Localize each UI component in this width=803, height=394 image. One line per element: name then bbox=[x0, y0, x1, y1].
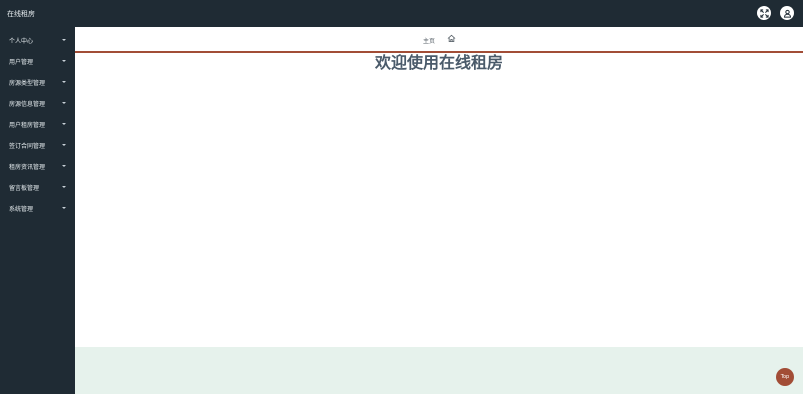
caret-down-icon bbox=[62, 186, 66, 188]
sidebar-item-message-board-management[interactable]: 留言板管理 bbox=[0, 178, 75, 199]
caret-down-icon bbox=[62, 60, 66, 62]
sidebar-item-label: 个人中心 bbox=[9, 38, 34, 45]
caret-down-icon bbox=[62, 165, 66, 167]
app-title: 在线租房 bbox=[7, 10, 35, 18]
sidebar: 个人中心 用户管理 房源类型管理 房源信息管理 用户租房管理 签订合同管理 租房… bbox=[0, 27, 75, 394]
sidebar-item-contract-management[interactable]: 签订合同管理 bbox=[0, 136, 75, 157]
top-header: 在线租房 bbox=[0, 0, 803, 27]
breadcrumb-home[interactable]: 主页 bbox=[423, 36, 435, 45]
sidebar-item-label: 房源类型管理 bbox=[9, 80, 46, 87]
sidebar-item-label: 留言板管理 bbox=[9, 185, 40, 192]
sidebar-item-system-management[interactable]: 系统管理 bbox=[0, 199, 75, 220]
sidebar-item-house-info-management[interactable]: 房源信息管理 bbox=[0, 94, 75, 115]
caret-down-icon bbox=[62, 102, 66, 104]
sidebar-item-label: 签订合同管理 bbox=[9, 143, 46, 150]
fullscreen-icon[interactable] bbox=[757, 6, 771, 20]
sidebar-item-user-rental-management[interactable]: 用户租房管理 bbox=[0, 115, 75, 136]
sidebar-item-house-type-management[interactable]: 房源类型管理 bbox=[0, 73, 75, 94]
sidebar-item-label: 系统管理 bbox=[9, 206, 34, 213]
caret-down-icon bbox=[62, 207, 66, 209]
user-icon[interactable] bbox=[780, 6, 794, 20]
sidebar-item-label: 租房资讯管理 bbox=[9, 164, 46, 171]
sidebar-item-rental-news-management[interactable]: 租房资讯管理 bbox=[0, 157, 75, 178]
home-icon[interactable] bbox=[447, 34, 456, 43]
sidebar-item-label: 用户管理 bbox=[9, 59, 34, 66]
caret-down-icon bbox=[62, 144, 66, 146]
caret-down-icon bbox=[62, 123, 66, 125]
caret-down-icon bbox=[62, 81, 66, 83]
sidebar-item-personal-center[interactable]: 个人中心 bbox=[0, 31, 75, 52]
sidebar-item-label: 用户租房管理 bbox=[9, 122, 46, 129]
footer bbox=[75, 347, 803, 394]
sidebar-item-user-management[interactable]: 用户管理 bbox=[0, 52, 75, 73]
welcome-title: 欢迎使用在线租房 bbox=[374, 53, 503, 72]
back-to-top-button[interactable]: Top bbox=[776, 368, 794, 386]
caret-down-icon bbox=[62, 39, 66, 41]
sidebar-item-label: 房源信息管理 bbox=[9, 101, 46, 108]
breadcrumb-bar bbox=[75, 27, 803, 51]
